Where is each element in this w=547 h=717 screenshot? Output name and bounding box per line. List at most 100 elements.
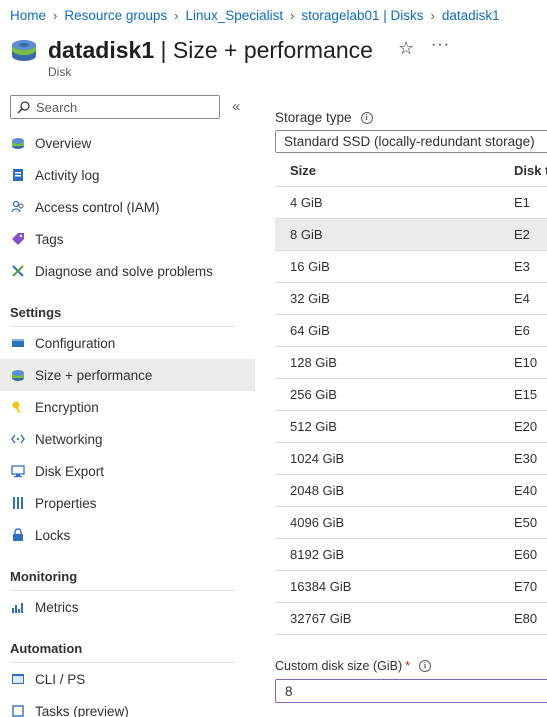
tier-cell: E60 bbox=[514, 547, 538, 562]
table-row[interactable]: 1024 GiB E30 bbox=[275, 443, 547, 475]
sidebar-item-cli-ps[interactable]: CLI / PS bbox=[0, 663, 255, 695]
sidebar-item-label: Activity log bbox=[35, 167, 100, 183]
sidebar-item-locks[interactable]: Locks bbox=[0, 519, 255, 551]
size-cell: 4096 GiB bbox=[290, 515, 345, 530]
chevron-right-icon: › bbox=[174, 7, 179, 23]
table-row[interactable]: 64 GiB E6 bbox=[275, 315, 547, 347]
tasks-icon bbox=[10, 703, 26, 717]
custom-disk-size-input[interactable] bbox=[275, 679, 547, 703]
sidebar: Overview Activity log Access control (IA… bbox=[0, 127, 255, 717]
sidebar-item-disk-export[interactable]: Disk Export bbox=[0, 455, 255, 487]
sidebar-item-activity-log[interactable]: Activity log bbox=[0, 159, 255, 191]
info-icon[interactable]: i bbox=[360, 111, 373, 124]
table-row[interactable]: 512 GiB E20 bbox=[275, 411, 547, 443]
cli-icon bbox=[10, 671, 26, 687]
size-cell: 512 GiB bbox=[290, 419, 337, 434]
breadcrumb-home[interactable]: Home bbox=[10, 8, 46, 23]
iam-icon bbox=[10, 199, 26, 215]
tier-cell: E10 bbox=[514, 355, 538, 370]
tier-cell: E3 bbox=[514, 259, 530, 274]
sidebar-item-tags[interactable]: Tags bbox=[0, 223, 255, 255]
tag-icon bbox=[10, 231, 26, 247]
size-cell: 128 GiB bbox=[290, 355, 337, 370]
size-cell: 16384 GiB bbox=[290, 579, 352, 594]
sidebar-item-metrics[interactable]: Metrics bbox=[0, 591, 255, 623]
size-cell: 32 GiB bbox=[290, 291, 330, 306]
breadcrumb: Home › Resource groups › Linux_Specialis… bbox=[10, 6, 500, 24]
tier-cell: E6 bbox=[514, 323, 530, 338]
size-cell: 16 GiB bbox=[290, 259, 330, 274]
sidebar-item-label: CLI / PS bbox=[35, 671, 86, 687]
resource-type-label: Disk bbox=[48, 65, 72, 79]
section-heading-automation: Automation bbox=[10, 641, 83, 656]
disk-icon bbox=[12, 40, 36, 61]
required-indicator: * bbox=[405, 659, 410, 673]
sidebar-item-label: Size + performance bbox=[35, 367, 153, 383]
sidebar-item-label: Properties bbox=[35, 495, 97, 511]
sidebar-item-label: Locks bbox=[35, 527, 71, 543]
breadcrumb-resource-group[interactable]: Linux_Specialist bbox=[186, 8, 284, 23]
sidebar-item-configuration[interactable]: Configuration bbox=[0, 327, 255, 359]
sidebar-item-label: Tags bbox=[35, 231, 64, 247]
sidebar-item-label: Disk Export bbox=[35, 463, 105, 479]
search-icon bbox=[17, 100, 30, 113]
size-cell: 32767 GiB bbox=[290, 611, 352, 626]
favorite-star-icon[interactable]: ☆ bbox=[398, 38, 414, 59]
properties-icon bbox=[10, 495, 26, 511]
table-row[interactable]: 2048 GiB E40 bbox=[275, 475, 547, 507]
collapse-sidebar-icon[interactable]: « bbox=[232, 98, 240, 115]
search-input[interactable] bbox=[36, 99, 206, 115]
sidebar-item-label: Overview bbox=[35, 135, 92, 151]
metrics-icon bbox=[10, 599, 26, 615]
table-row-selected[interactable]: 8 GiB E2 bbox=[275, 219, 547, 251]
sidebar-item-size-performance[interactable]: Size + performance bbox=[0, 359, 255, 391]
storage-type-label: Storage type i bbox=[275, 110, 373, 125]
sidebar-item-encryption[interactable]: Encryption bbox=[0, 391, 255, 423]
info-icon[interactable]: i bbox=[418, 660, 431, 672]
storage-type-dropdown[interactable]: Standard SSD (locally-redundant storage) bbox=[275, 130, 547, 153]
sidebar-item-diagnose[interactable]: Diagnose and solve problems bbox=[0, 255, 255, 287]
breadcrumb-disk[interactable]: datadisk1 bbox=[442, 8, 500, 23]
activity-log-icon bbox=[10, 167, 26, 183]
wrench-icon bbox=[10, 263, 26, 279]
sidebar-item-tasks[interactable]: Tasks (preview) bbox=[0, 695, 255, 717]
table-row[interactable]: 16384 GiB E70 bbox=[275, 571, 547, 603]
size-cell: 8192 GiB bbox=[290, 547, 345, 562]
chevron-right-icon: › bbox=[290, 7, 295, 23]
table-row[interactable]: 256 GiB E15 bbox=[275, 379, 547, 411]
sidebar-search[interactable] bbox=[10, 95, 220, 119]
page-title: datadisk1 | Size + performance bbox=[48, 36, 373, 63]
tier-cell: E70 bbox=[514, 579, 538, 594]
table-row[interactable]: 32 GiB E4 bbox=[275, 283, 547, 315]
size-cell: 8 GiB bbox=[290, 227, 323, 242]
size-cell: 256 GiB bbox=[290, 387, 337, 402]
tier-cell: E2 bbox=[514, 227, 530, 242]
table-row[interactable]: 4096 GiB E50 bbox=[275, 507, 547, 539]
table-row[interactable]: 4 GiB E1 bbox=[275, 187, 547, 219]
sidebar-item-label: Access control (IAM) bbox=[35, 199, 160, 215]
tier-cell: E4 bbox=[514, 291, 530, 306]
table-row[interactable]: 32767 GiB E80 bbox=[275, 603, 547, 635]
tier-cell: E40 bbox=[514, 483, 538, 498]
sidebar-item-networking[interactable]: Networking bbox=[0, 423, 255, 455]
chevron-right-icon: › bbox=[430, 7, 435, 23]
sidebar-item-label: Configuration bbox=[35, 335, 116, 351]
sidebar-item-label: Tasks (preview) bbox=[35, 703, 129, 717]
sidebar-item-properties[interactable]: Properties bbox=[0, 487, 255, 519]
tier-cell: E20 bbox=[514, 419, 538, 434]
more-options-icon[interactable]: ··· bbox=[431, 36, 450, 54]
breadcrumb-storage-disks[interactable]: storagelab01 | Disks bbox=[301, 8, 423, 23]
section-heading-settings: Settings bbox=[10, 305, 62, 320]
table-row[interactable]: 16 GiB E3 bbox=[275, 251, 547, 283]
tier-cell: E15 bbox=[514, 387, 538, 402]
sidebar-item-label: Encryption bbox=[35, 399, 99, 415]
tier-cell: E1 bbox=[514, 195, 530, 210]
table-row[interactable]: 8192 GiB E60 bbox=[275, 539, 547, 571]
size-cell: 2048 GiB bbox=[290, 483, 345, 498]
sidebar-item-overview[interactable]: Overview bbox=[0, 127, 255, 159]
column-header-disk-tier: Disk t bbox=[514, 163, 547, 178]
sidebar-item-label: Diagnose and solve problems bbox=[35, 263, 213, 279]
sidebar-item-access-control[interactable]: Access control (IAM) bbox=[0, 191, 255, 223]
breadcrumb-resource-groups[interactable]: Resource groups bbox=[64, 8, 167, 23]
table-row[interactable]: 128 GiB E10 bbox=[275, 347, 547, 379]
